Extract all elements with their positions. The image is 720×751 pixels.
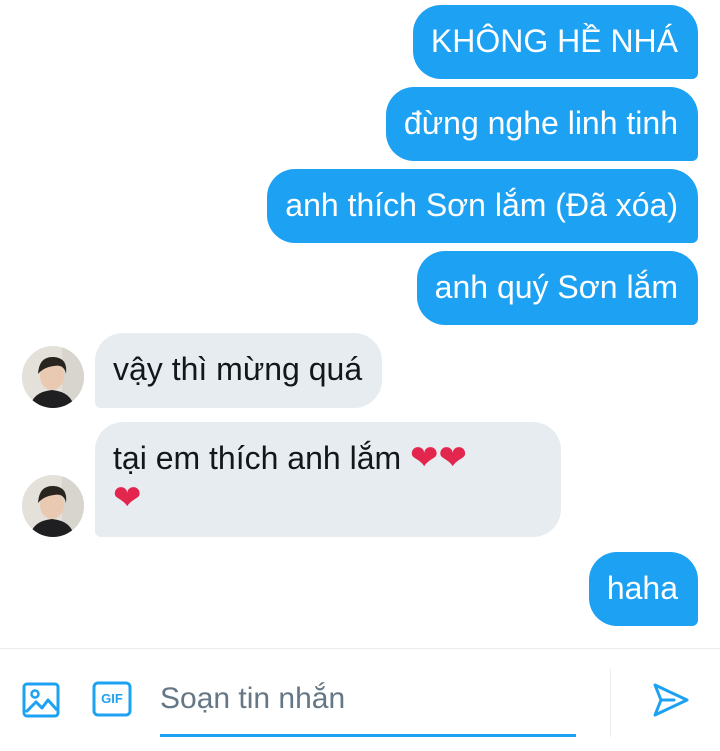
gif-label: GIF [101, 691, 123, 706]
message-text: tại em thích anh lắm [113, 440, 402, 476]
heart-emoji: ❤❤ [410, 438, 468, 478]
message-text: KHÔNG HỀ NHÁ [430, 23, 678, 59]
message-text: anh quý Sơn lắm [434, 269, 678, 305]
avatar-photo [22, 475, 84, 537]
message-bubble-outgoing[interactable]: haha [588, 552, 698, 626]
image-icon[interactable] [22, 681, 60, 724]
message-input[interactable]: Soạn tin nhắn [160, 677, 576, 737]
message-bubble-outgoing[interactable]: anh thích Sơn lắm (Đã xóa) [267, 169, 698, 243]
composer-divider [610, 669, 611, 737]
message-text: anh thích Sơn lắm (Đã xóa) [285, 187, 678, 223]
message-text: vậy thì mừng quá [113, 351, 363, 387]
message-composer: GIF Soạn tin nhắn [0, 648, 720, 751]
avatar[interactable] [22, 346, 84, 408]
message-text: đừng nghe linh tinh [403, 105, 678, 141]
message-bubble-outgoing[interactable]: anh quý Sơn lắm [416, 251, 698, 325]
message-input-placeholder: Soạn tin nhắn [160, 682, 346, 715]
gif-icon[interactable]: GIF [92, 681, 132, 722]
message-bubble-incoming[interactable]: vậy thì mừng quá [95, 333, 383, 408]
message-text: haha [606, 570, 678, 606]
avatar-photo [22, 346, 84, 408]
message-bubble-incoming[interactable]: tại em thích anh lắm ❤❤ ❤ [95, 422, 561, 537]
message-bubble-outgoing[interactable]: đừng nghe linh tinh [385, 87, 698, 161]
avatar[interactable] [22, 475, 84, 537]
send-icon[interactable] [652, 681, 690, 724]
message-bubble-outgoing[interactable]: KHÔNG HỀ NHÁ [412, 5, 698, 79]
heart-emoji: ❤ [113, 478, 142, 518]
